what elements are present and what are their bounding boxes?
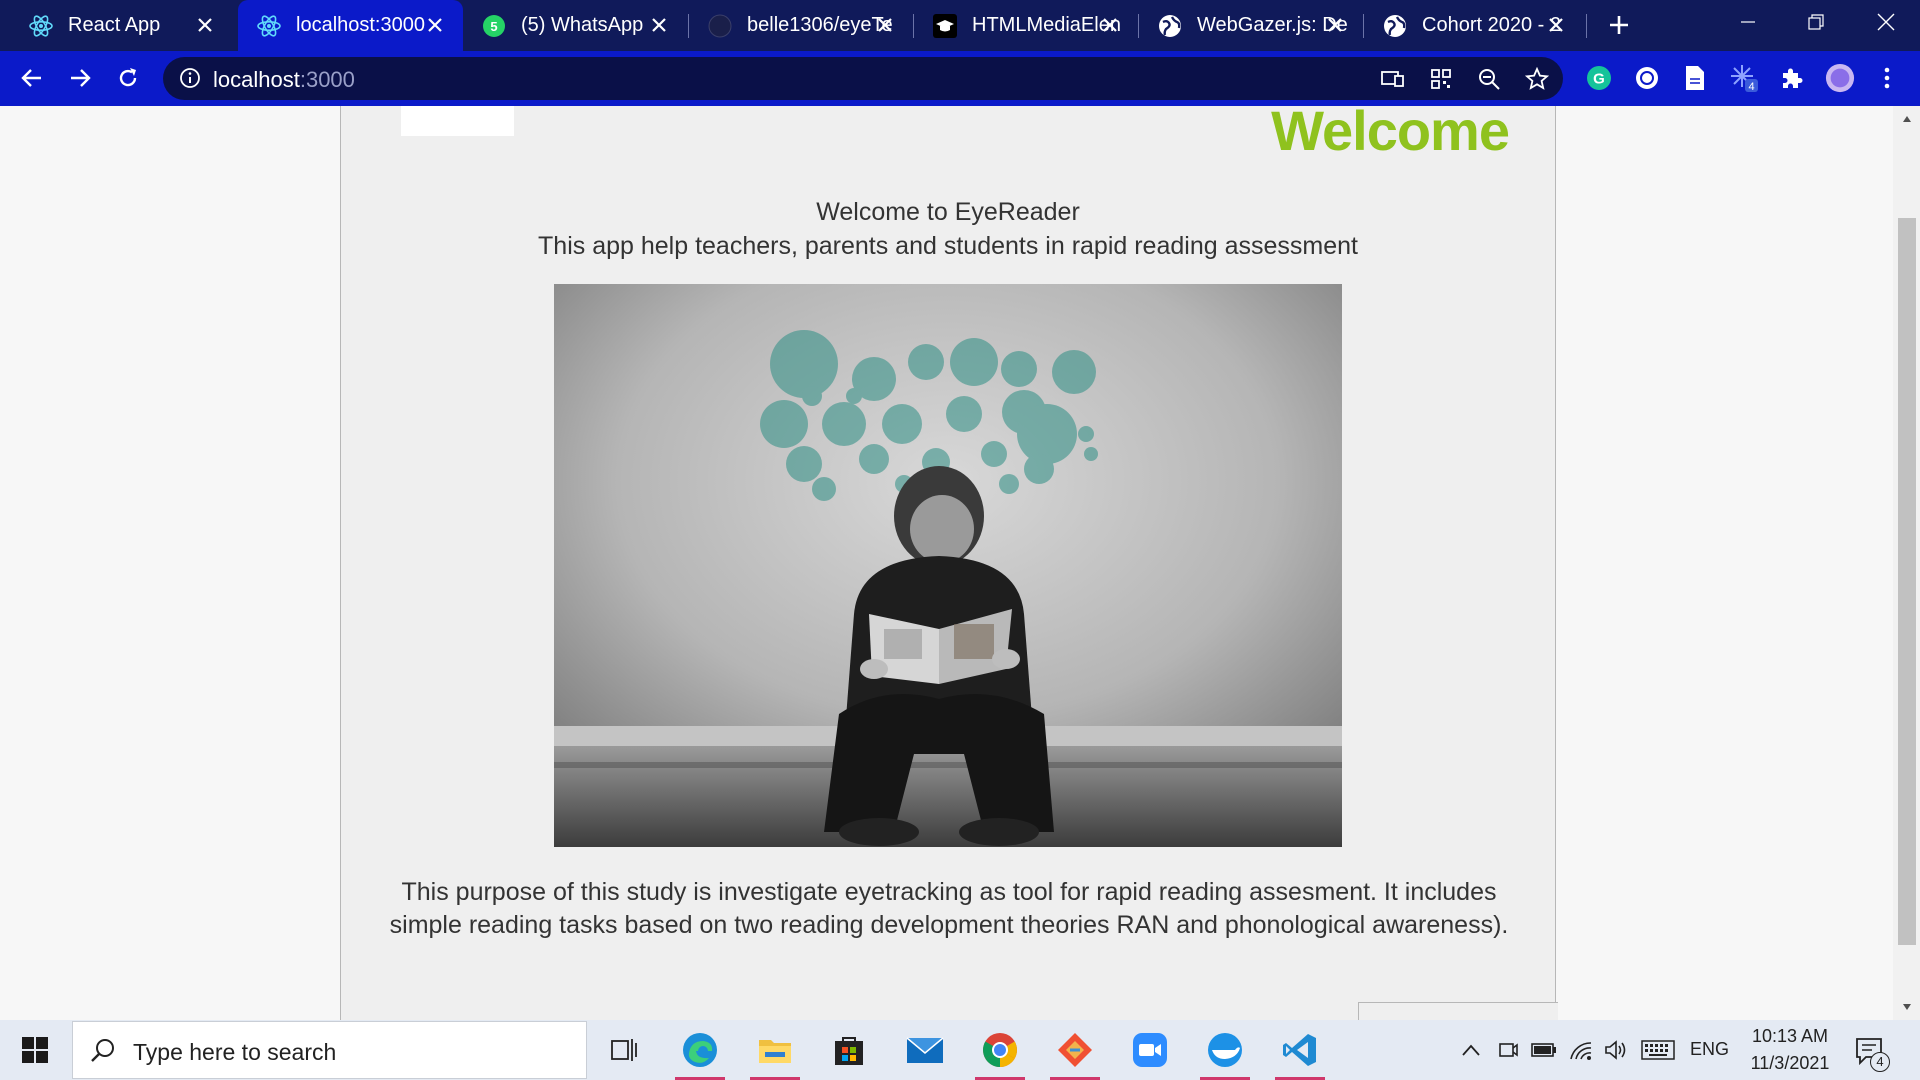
qr-code-icon[interactable]	[1428, 66, 1454, 92]
mail-icon[interactable]	[888, 1020, 962, 1080]
url-host: localhost	[213, 67, 300, 92]
close-icon[interactable]	[423, 13, 447, 37]
browser-toolbar: localhost:3000 G 4	[0, 51, 1920, 106]
zoom-app-icon[interactable]	[1113, 1020, 1187, 1080]
clock-date[interactable]: 11/3/2021	[1735, 1053, 1845, 1074]
profile-avatar[interactable]	[1825, 63, 1855, 93]
address-bar[interactable]: localhost:3000	[163, 57, 1563, 100]
intro-title: Welcome to EyeReader	[816, 198, 1080, 226]
restore-button[interactable]	[1782, 0, 1850, 44]
menu-kebab-icon[interactable]	[1872, 63, 1902, 93]
new-tab-button[interactable]	[1602, 8, 1636, 42]
page-card: Welcome Welcome to EyeReader This app he…	[340, 106, 1558, 1020]
whatsapp-icon: 5	[481, 13, 507, 39]
react-icon	[256, 13, 282, 39]
search-icon	[89, 1037, 117, 1065]
close-window-button[interactable]	[1852, 0, 1920, 44]
close-icon[interactable]	[1323, 13, 1347, 37]
purpose-line-2: simple reading tasks based on two readin…	[389, 911, 1509, 939]
tab-htmlmediaelement[interactable]: HTMLMediaElen	[914, 0, 1138, 51]
extension-badge-count: 4	[1748, 81, 1754, 93]
info-icon[interactable]	[179, 67, 201, 89]
tab-strip: React App localhost:3000 5 (5) WhatsApp …	[0, 0, 1920, 51]
close-icon[interactable]	[1544, 13, 1568, 37]
clock-time[interactable]: 10:13 AM	[1735, 1026, 1845, 1047]
welcome-heading: Welcome	[1271, 106, 1510, 162]
volume-icon[interactable]	[1603, 1036, 1629, 1064]
extension-face-icon[interactable]	[1632, 63, 1662, 93]
docker-icon[interactable]	[1188, 1020, 1262, 1080]
forward-button[interactable]	[60, 58, 100, 98]
tab-separator	[1586, 14, 1587, 38]
globe-icon	[1157, 13, 1183, 39]
minimize-button[interactable]	[1714, 0, 1782, 44]
file-explorer-icon[interactable]	[738, 1020, 812, 1080]
bookmark-star-icon[interactable]	[1524, 66, 1550, 92]
battery-icon[interactable]	[1530, 1036, 1558, 1064]
back-button[interactable]	[12, 58, 52, 98]
cast-icon[interactable]	[1380, 66, 1406, 92]
wifi-icon[interactable]	[1568, 1036, 1594, 1064]
graduation-cap-icon	[932, 13, 958, 39]
tab-cohort[interactable]: Cohort 2020 - 2	[1364, 0, 1584, 51]
scroll-up-arrow-icon[interactable]	[1893, 106, 1920, 132]
globe-icon	[1382, 13, 1408, 39]
tab-react-app[interactable]: React App	[0, 0, 233, 51]
logo-placeholder	[401, 106, 514, 136]
input-language[interactable]: ENG	[1690, 1039, 1729, 1060]
tab-github[interactable]: belle1306/eyeTe	[689, 0, 913, 51]
scroll-down-arrow-icon[interactable]	[1893, 994, 1920, 1020]
tab-localhost[interactable]: localhost:3000	[238, 0, 463, 51]
next-button-box[interactable]	[1358, 1002, 1558, 1020]
document-icon[interactable]	[1680, 63, 1710, 93]
windows-taskbar: Type here to search ENG 10:13 AM 11/3/20…	[0, 1020, 1920, 1080]
git-icon[interactable]	[1038, 1020, 1112, 1080]
close-icon[interactable]	[193, 13, 217, 37]
scrollbar-thumb[interactable]	[1898, 218, 1916, 945]
github-icon	[707, 13, 733, 39]
vertical-scrollbar[interactable]	[1893, 106, 1920, 1020]
reload-button[interactable]	[108, 58, 148, 98]
hero-image	[554, 284, 1342, 847]
windows-logo-icon	[22, 1037, 48, 1063]
tab-webgazer[interactable]: WebGazer.js: De	[1139, 0, 1363, 51]
close-icon[interactable]	[873, 13, 897, 37]
chrome-icon[interactable]	[963, 1020, 1037, 1080]
search-placeholder: Type here to search	[133, 1039, 337, 1065]
purpose-line-1: This purpose of this study is investigat…	[401, 878, 1497, 906]
notification-count-badge: 4	[1870, 1052, 1890, 1072]
task-view-icon[interactable]	[587, 1020, 661, 1080]
extensions-puzzle-icon[interactable]	[1777, 63, 1807, 93]
edge-icon[interactable]	[663, 1020, 737, 1080]
close-icon[interactable]	[647, 13, 671, 37]
purpose-text: This purpose of this study is investigat…	[381, 876, 1517, 942]
vscode-icon[interactable]	[1263, 1020, 1337, 1080]
start-button[interactable]	[0, 1020, 70, 1080]
svg-text:G: G	[1593, 71, 1605, 88]
grammarly-icon[interactable]: G	[1584, 63, 1614, 93]
zoom-icon[interactable]	[1476, 66, 1502, 92]
taskbar-search[interactable]: Type here to search	[72, 1021, 587, 1079]
close-icon[interactable]	[1098, 13, 1122, 37]
meet-now-icon[interactable]	[1496, 1036, 1520, 1064]
store-icon[interactable]	[812, 1020, 886, 1080]
url-port: :3000	[299, 67, 355, 92]
intro-subtitle: This app help teachers, parents and stud…	[538, 232, 1358, 260]
sparkle-extension-icon[interactable]: 4	[1729, 63, 1759, 93]
address-url: localhost:3000	[213, 67, 355, 93]
chevron-up-icon[interactable]	[1460, 1036, 1482, 1064]
tab-whatsapp[interactable]: 5 (5) WhatsApp	[463, 0, 687, 51]
keyboard-icon[interactable]	[1640, 1036, 1676, 1064]
react-icon	[28, 13, 54, 39]
svg-text:5: 5	[490, 19, 497, 34]
page-viewport: Welcome Welcome to EyeReader This app he…	[0, 106, 1920, 1020]
